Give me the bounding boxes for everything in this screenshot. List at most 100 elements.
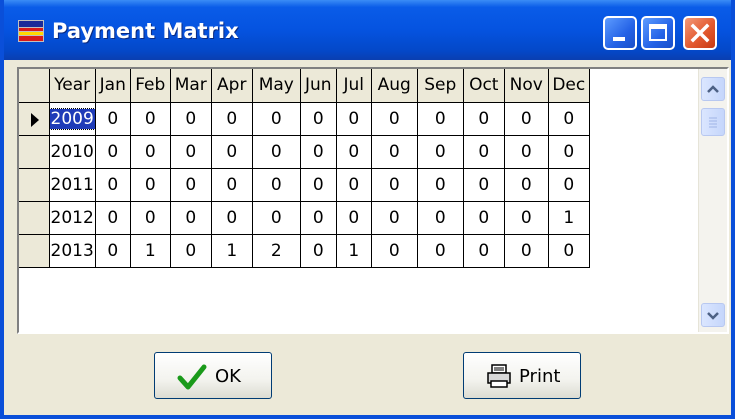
month-cell[interactable]: 0 [548, 135, 590, 169]
month-cell[interactable]: 0 [504, 102, 549, 136]
table-row[interactable]: 2010 0 0 0 0 0 0 0 0 0 0 0 0 [19, 135, 590, 169]
month-cell[interactable]: 0 [211, 201, 253, 235]
month-cell[interactable]: 0 [371, 135, 418, 169]
year-cell[interactable]: 2011 [49, 168, 96, 202]
table-row[interactable]: 2013 0 1 0 1 2 0 1 0 0 0 0 0 [19, 234, 590, 268]
year-cell[interactable]: 2012 [49, 201, 96, 235]
minimize-button[interactable] [603, 16, 637, 50]
column-header[interactable]: Oct [463, 69, 505, 103]
month-cell[interactable]: 0 [371, 102, 418, 136]
table-row[interactable]: 2012 0 0 0 0 0 0 0 0 0 0 0 1 [19, 201, 590, 235]
month-cell[interactable]: 0 [548, 102, 590, 136]
month-cell[interactable]: 0 [548, 234, 590, 268]
month-cell[interactable]: 0 [252, 201, 301, 235]
column-header[interactable]: May [252, 69, 301, 103]
row-indicator[interactable] [19, 168, 50, 202]
month-cell[interactable]: 0 [504, 234, 549, 268]
month-cell[interactable]: 0 [95, 168, 131, 202]
table-row[interactable]: 2009 0 0 0 0 0 0 0 0 0 0 0 0 [19, 102, 590, 136]
month-cell[interactable]: 0 [336, 201, 372, 235]
column-header[interactable]: Sep [417, 69, 464, 103]
ok-button[interactable]: OK [154, 352, 272, 399]
month-cell[interactable]: 2 [252, 234, 301, 268]
month-cell[interactable]: 0 [95, 102, 131, 136]
month-cell[interactable]: 0 [504, 168, 549, 202]
month-cell[interactable]: 0 [463, 135, 505, 169]
month-cell[interactable]: 0 [95, 234, 131, 268]
vertical-scrollbar[interactable] [698, 69, 727, 332]
month-cell[interactable]: 0 [130, 135, 171, 169]
column-header[interactable]: Jan [95, 69, 131, 103]
month-cell[interactable]: 0 [548, 168, 590, 202]
month-cell[interactable]: 0 [170, 201, 212, 235]
month-cell[interactable]: 1 [336, 234, 372, 268]
scroll-thumb[interactable] [701, 108, 725, 136]
payment-grid[interactable]: Year Jan Feb Mar Apr May Jun Jul Aug Sep Oct Nov Dec… [19, 69, 590, 268]
month-cell[interactable]: 0 [300, 135, 337, 169]
month-cell[interactable]: 0 [170, 234, 212, 268]
month-cell[interactable]: 0 [300, 201, 337, 235]
month-cell[interactable]: 0 [504, 135, 549, 169]
month-cell[interactable]: 0 [463, 201, 505, 235]
month-cell[interactable]: 0 [463, 102, 505, 136]
month-cell[interactable]: 1 [548, 201, 590, 235]
month-cell[interactable]: 0 [336, 102, 372, 136]
month-cell[interactable]: 0 [371, 168, 418, 202]
year-cell[interactable]: 2010 [49, 135, 96, 169]
column-header[interactable]: Feb [130, 69, 171, 103]
column-header[interactable]: Year [49, 69, 96, 103]
month-cell[interactable]: 0 [95, 135, 131, 169]
year-cell[interactable]: 2009 [48, 102, 96, 136]
row-indicator[interactable] [19, 102, 50, 136]
month-cell[interactable]: 0 [130, 168, 171, 202]
month-cell[interactable]: 0 [130, 201, 171, 235]
column-header[interactable]: Mar [170, 69, 212, 103]
month-cell[interactable]: 0 [417, 168, 464, 202]
month-cell[interactable]: 0 [300, 168, 337, 202]
month-cell[interactable]: 0 [252, 135, 301, 169]
row-indicator[interactable] [19, 135, 50, 169]
month-cell[interactable]: 0 [300, 234, 337, 268]
close-button[interactable] [683, 16, 717, 50]
month-cell[interactable]: 1 [211, 234, 253, 268]
column-header[interactable]: Aug [371, 69, 418, 103]
month-cell[interactable]: 0 [504, 201, 549, 235]
month-cell[interactable]: 0 [371, 201, 418, 235]
month-cell[interactable]: 0 [336, 168, 372, 202]
column-header[interactable]: Jul [336, 69, 372, 103]
month-cell[interactable]: 0 [211, 168, 253, 202]
month-cell[interactable]: 0 [336, 135, 372, 169]
month-cell[interactable]: 0 [417, 234, 464, 268]
month-cell[interactable]: 0 [371, 234, 418, 268]
month-cell[interactable]: 0 [211, 135, 253, 169]
month-cell[interactable]: 0 [130, 102, 171, 136]
scroll-down-button[interactable] [701, 303, 725, 327]
month-cell[interactable]: 0 [463, 168, 505, 202]
month-cell[interactable]: 1 [130, 234, 171, 268]
month-cell[interactable]: 0 [417, 201, 464, 235]
month-cell[interactable]: 0 [417, 135, 464, 169]
column-header[interactable]: Apr [211, 69, 253, 103]
row-indicator[interactable] [19, 201, 50, 235]
month-cell[interactable]: 0 [252, 168, 301, 202]
month-cell[interactable]: 0 [95, 201, 131, 235]
month-cell[interactable]: 0 [211, 102, 253, 136]
checkmark-icon [177, 364, 207, 390]
row-indicator[interactable] [19, 234, 50, 268]
month-cell[interactable]: 0 [170, 135, 212, 169]
month-cell[interactable]: 0 [417, 102, 464, 136]
month-cell[interactable]: 0 [170, 168, 212, 202]
column-header[interactable]: Dec [548, 69, 590, 103]
title-bar[interactable]: Payment Matrix [4, 0, 731, 60]
column-header[interactable]: Nov [504, 69, 549, 103]
month-cell[interactable]: 0 [463, 234, 505, 268]
maximize-button[interactable] [641, 16, 675, 50]
year-cell[interactable]: 2013 [49, 234, 96, 268]
month-cell[interactable]: 0 [170, 102, 212, 136]
column-header[interactable]: Jun [300, 69, 337, 103]
month-cell[interactable]: 0 [300, 102, 337, 136]
month-cell[interactable]: 0 [252, 102, 301, 136]
print-button[interactable]: Print [463, 352, 581, 399]
table-row[interactable]: 2011 0 0 0 0 0 0 0 0 0 0 0 0 [19, 168, 590, 202]
scroll-up-button[interactable] [701, 77, 725, 101]
